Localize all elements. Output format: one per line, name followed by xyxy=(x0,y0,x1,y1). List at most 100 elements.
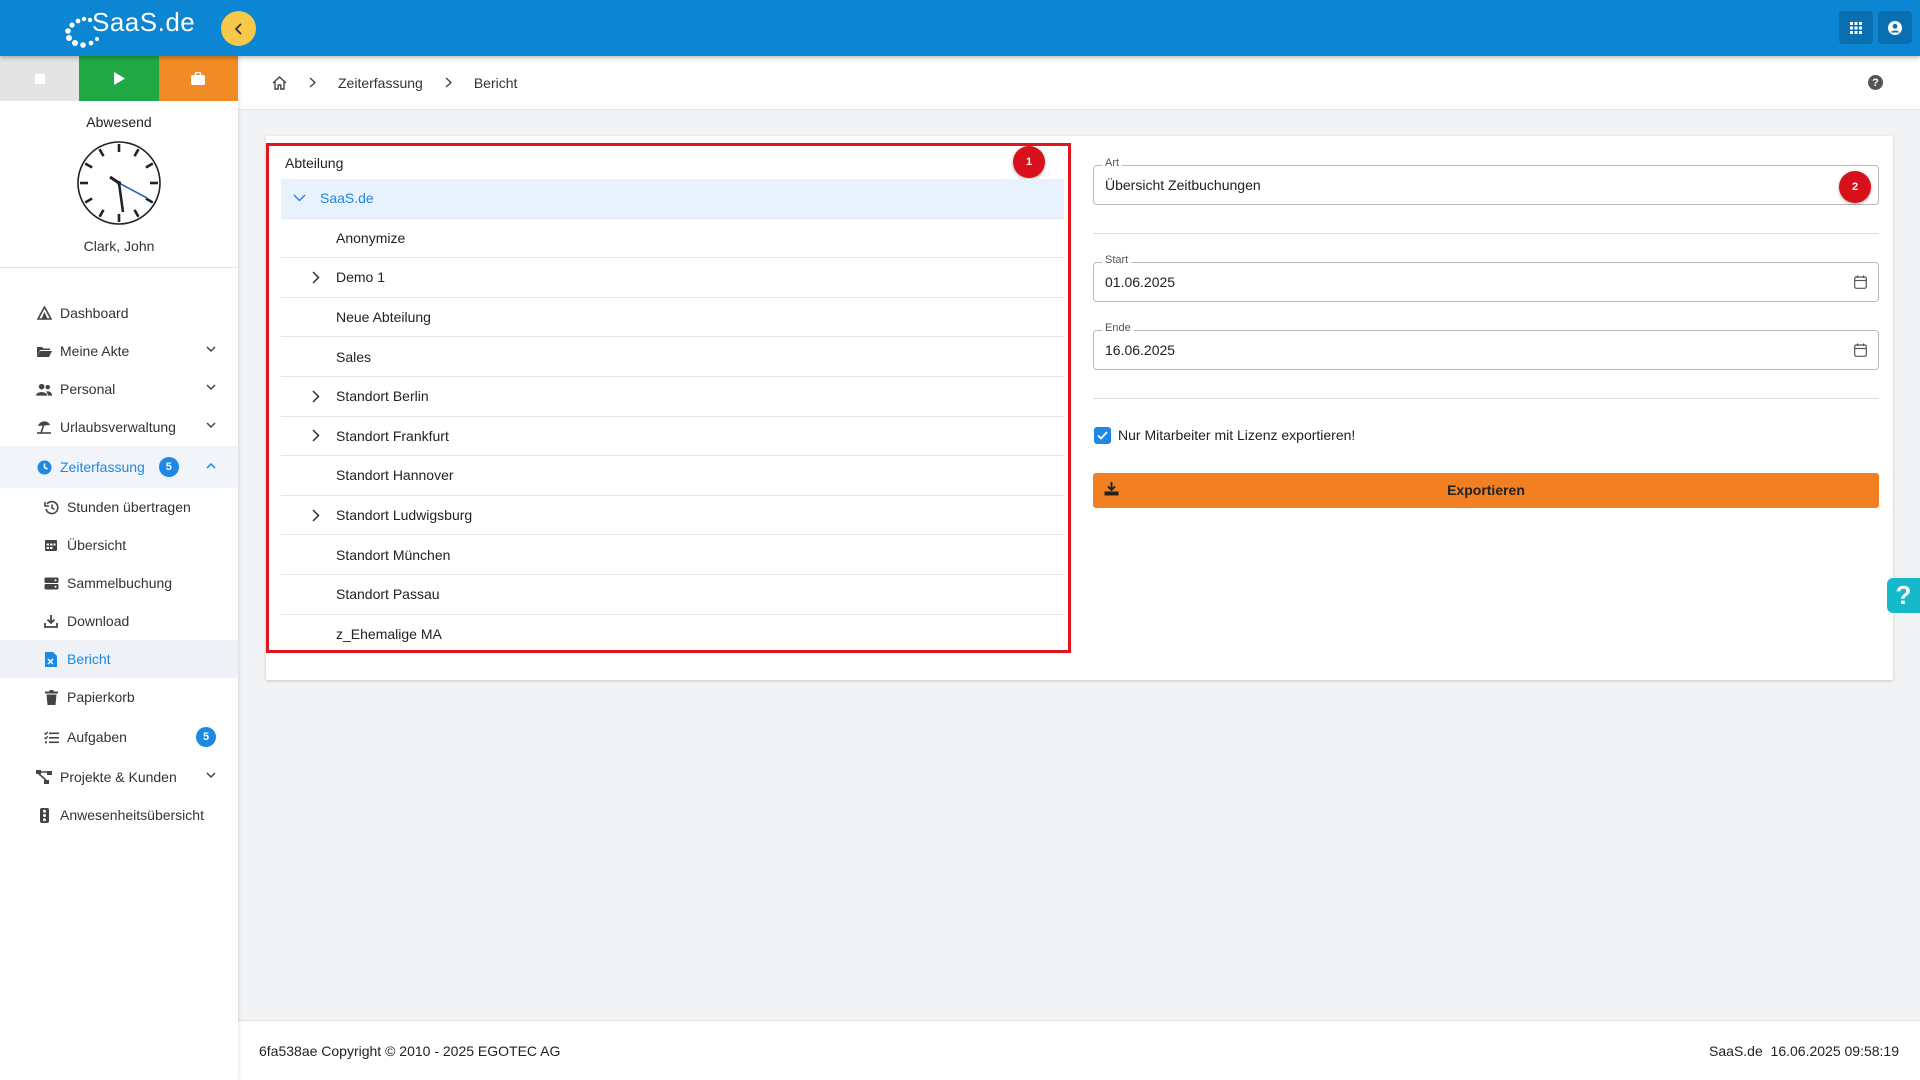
chevron-right-icon[interactable] xyxy=(308,507,324,523)
sidebar-item-uebersicht[interactable]: Übersicht xyxy=(0,526,238,564)
user-circle-icon xyxy=(1888,20,1902,35)
tree-node[interactable]: Neue Abteilung xyxy=(281,298,1064,338)
tree-node[interactable]: Standort Frankfurt xyxy=(281,417,1064,457)
sidebar-item-sammelbuchung[interactable]: Sammelbuchung xyxy=(0,564,238,602)
task-list-icon xyxy=(43,729,59,745)
tree-node-label: Standort München xyxy=(336,546,451,563)
tree-node[interactable]: Standort Ludwigsburg xyxy=(281,496,1064,536)
chevron-left-icon xyxy=(234,22,242,35)
file-excel-icon xyxy=(43,651,59,667)
license-only-label[interactable]: Nur Mitarbeiter mit Lizenz exportieren! xyxy=(1118,427,1355,443)
tree-node-label: SaaS.de xyxy=(320,190,374,207)
sidebar-item-anwesenheitsuebersicht[interactable]: Anwesenheitsübersicht xyxy=(0,796,238,834)
tree-node-label: Standort Ludwigsburg xyxy=(336,507,473,524)
chevron-right-icon[interactable] xyxy=(308,428,324,444)
license-only-checkbox[interactable] xyxy=(1094,427,1111,444)
chevron-down-icon xyxy=(206,772,216,779)
tree-node[interactable]: Standort Passau xyxy=(281,575,1064,615)
chevron-right-icon[interactable] xyxy=(308,388,324,404)
calendar-icon xyxy=(43,537,59,553)
tree-node-label: Sales xyxy=(336,348,372,365)
tree-node-label: Neue Abteilung xyxy=(336,309,431,326)
sitemap-icon xyxy=(36,769,52,785)
tree-node[interactable]: Standort Hannover xyxy=(281,456,1064,496)
help-icon[interactable]: ? xyxy=(1868,75,1883,90)
breadcrumb: Zeiterfassung Bericht ? xyxy=(238,56,1920,110)
tree-node[interactable]: Demo 1 xyxy=(281,258,1064,298)
tree-node-root[interactable]: SaaS.de xyxy=(281,179,1064,219)
collapse-sidebar-button[interactable] xyxy=(221,11,256,46)
history-icon xyxy=(43,499,59,515)
form-divider xyxy=(1093,233,1879,234)
sidebar-item-papierkorb[interactable]: Papierkorb xyxy=(0,678,238,716)
sidebar-item-projekte-kunden[interactable]: Projekte & Kunden xyxy=(0,758,238,796)
tree-node[interactable]: Sales xyxy=(281,337,1064,377)
footer: 6fa538ae Copyright © 2010 - 2025 EGOTEC … xyxy=(238,1020,1920,1080)
sidebar-item-stunden-uebertragen[interactable]: Stunden übertragen xyxy=(0,488,238,526)
tree-node-label: Standort Hannover xyxy=(336,467,454,484)
export-button[interactable]: Exportieren xyxy=(1093,473,1879,508)
calendar-icon[interactable] xyxy=(1854,343,1867,357)
breadcrumb-separator-icon xyxy=(445,77,452,88)
stop-button[interactable] xyxy=(0,56,80,101)
server-icon xyxy=(43,575,59,591)
sidebar-item-label: Dashboard xyxy=(60,305,129,321)
chevron-down-icon[interactable] xyxy=(291,190,307,206)
step-marker-2: 2 xyxy=(1839,171,1871,203)
tree-node[interactable]: Standort Berlin xyxy=(281,377,1064,417)
sidebar-item-dashboard[interactable]: Dashboard xyxy=(0,294,238,332)
art-select[interactable]: Art Übersicht Zeitbuchungen xyxy=(1093,157,1879,205)
sidebar-item-label: Meine Akte xyxy=(60,343,130,359)
apps-button[interactable] xyxy=(1839,11,1873,44)
sidebar-item-meine-akte[interactable]: Meine Akte xyxy=(0,332,238,370)
tree-node-label: z_Ehemalige MA xyxy=(336,626,442,643)
calendar-icon[interactable] xyxy=(1854,275,1867,289)
sidebar-item-aufgaben[interactable]: Aufgaben 5 xyxy=(0,716,238,758)
stop-icon xyxy=(34,73,45,84)
help-widget-button[interactable]: ? xyxy=(1887,578,1920,613)
aufgaben-count-badge: 5 xyxy=(196,727,216,747)
dashboard-icon xyxy=(36,305,52,321)
breadcrumb-separator-icon xyxy=(309,77,316,88)
sidebar-item-label: Personal xyxy=(60,381,116,397)
art-label: Art xyxy=(1102,157,1123,169)
footer-copyright: 6fa538ae Copyright © 2010 - 2025 EGOTEC … xyxy=(259,1043,561,1059)
sidebar-item-label: Urlaubsverwaltung xyxy=(60,419,176,435)
sidebar-item-label: Papierkorb xyxy=(67,689,135,705)
sidebar-item-zeiterfassung[interactable]: Zeiterfassung 5 xyxy=(0,446,238,488)
account-button[interactable] xyxy=(1878,11,1912,44)
apps-grid-icon xyxy=(1850,21,1862,34)
sidebar-item-label: Übersicht xyxy=(67,537,127,553)
home-icon[interactable] xyxy=(272,75,287,90)
chevron-right-icon[interactable] xyxy=(308,269,324,285)
sidebar-item-label: Sammelbuchung xyxy=(67,575,173,591)
sidebar-item-personal[interactable]: Personal xyxy=(0,370,238,408)
tree-node-label: Anonymize xyxy=(336,229,406,246)
end-date-field[interactable]: Ende 16.06.2025 xyxy=(1093,322,1879,370)
traffic-light-icon xyxy=(36,807,52,823)
top-bar: SaaS.de xyxy=(0,0,1920,56)
sidebar-nav: Dashboard Meine Akte Personal Urlaubsver… xyxy=(0,294,238,834)
saas-logo[interactable]: SaaS.de xyxy=(60,6,195,50)
download-icon xyxy=(43,613,59,629)
start-value: 01.06.2025 xyxy=(1105,274,1176,290)
trash-icon xyxy=(43,689,59,705)
play-button[interactable] xyxy=(79,56,159,101)
tree-node[interactable]: Standort München xyxy=(281,535,1064,575)
break-button[interactable] xyxy=(158,56,238,101)
tree-node[interactable]: Anonymize xyxy=(281,219,1064,259)
chevron-down-icon xyxy=(206,422,216,429)
tree-node-label: Standort Berlin xyxy=(336,388,429,405)
form-divider xyxy=(1093,398,1879,399)
users-icon xyxy=(36,381,52,397)
check-icon xyxy=(1097,431,1108,440)
department-tree: SaaS.de Anonymize Demo 1 Neue Abteilung … xyxy=(281,179,1064,654)
breadcrumb-zeiterfassung[interactable]: Zeiterfassung xyxy=(338,75,423,91)
tree-node[interactable]: z_Ehemalige MA xyxy=(281,615,1064,655)
sidebar-item-download[interactable]: Download xyxy=(0,602,238,640)
logo-text: SaaS.de xyxy=(92,7,196,37)
sidebar-item-urlaubsverwaltung[interactable]: Urlaubsverwaltung xyxy=(0,408,238,446)
sidebar-item-bericht[interactable]: Bericht xyxy=(0,640,238,678)
start-date-field[interactable]: Start 01.06.2025 xyxy=(1093,254,1879,302)
start-label: Start xyxy=(1102,254,1132,266)
